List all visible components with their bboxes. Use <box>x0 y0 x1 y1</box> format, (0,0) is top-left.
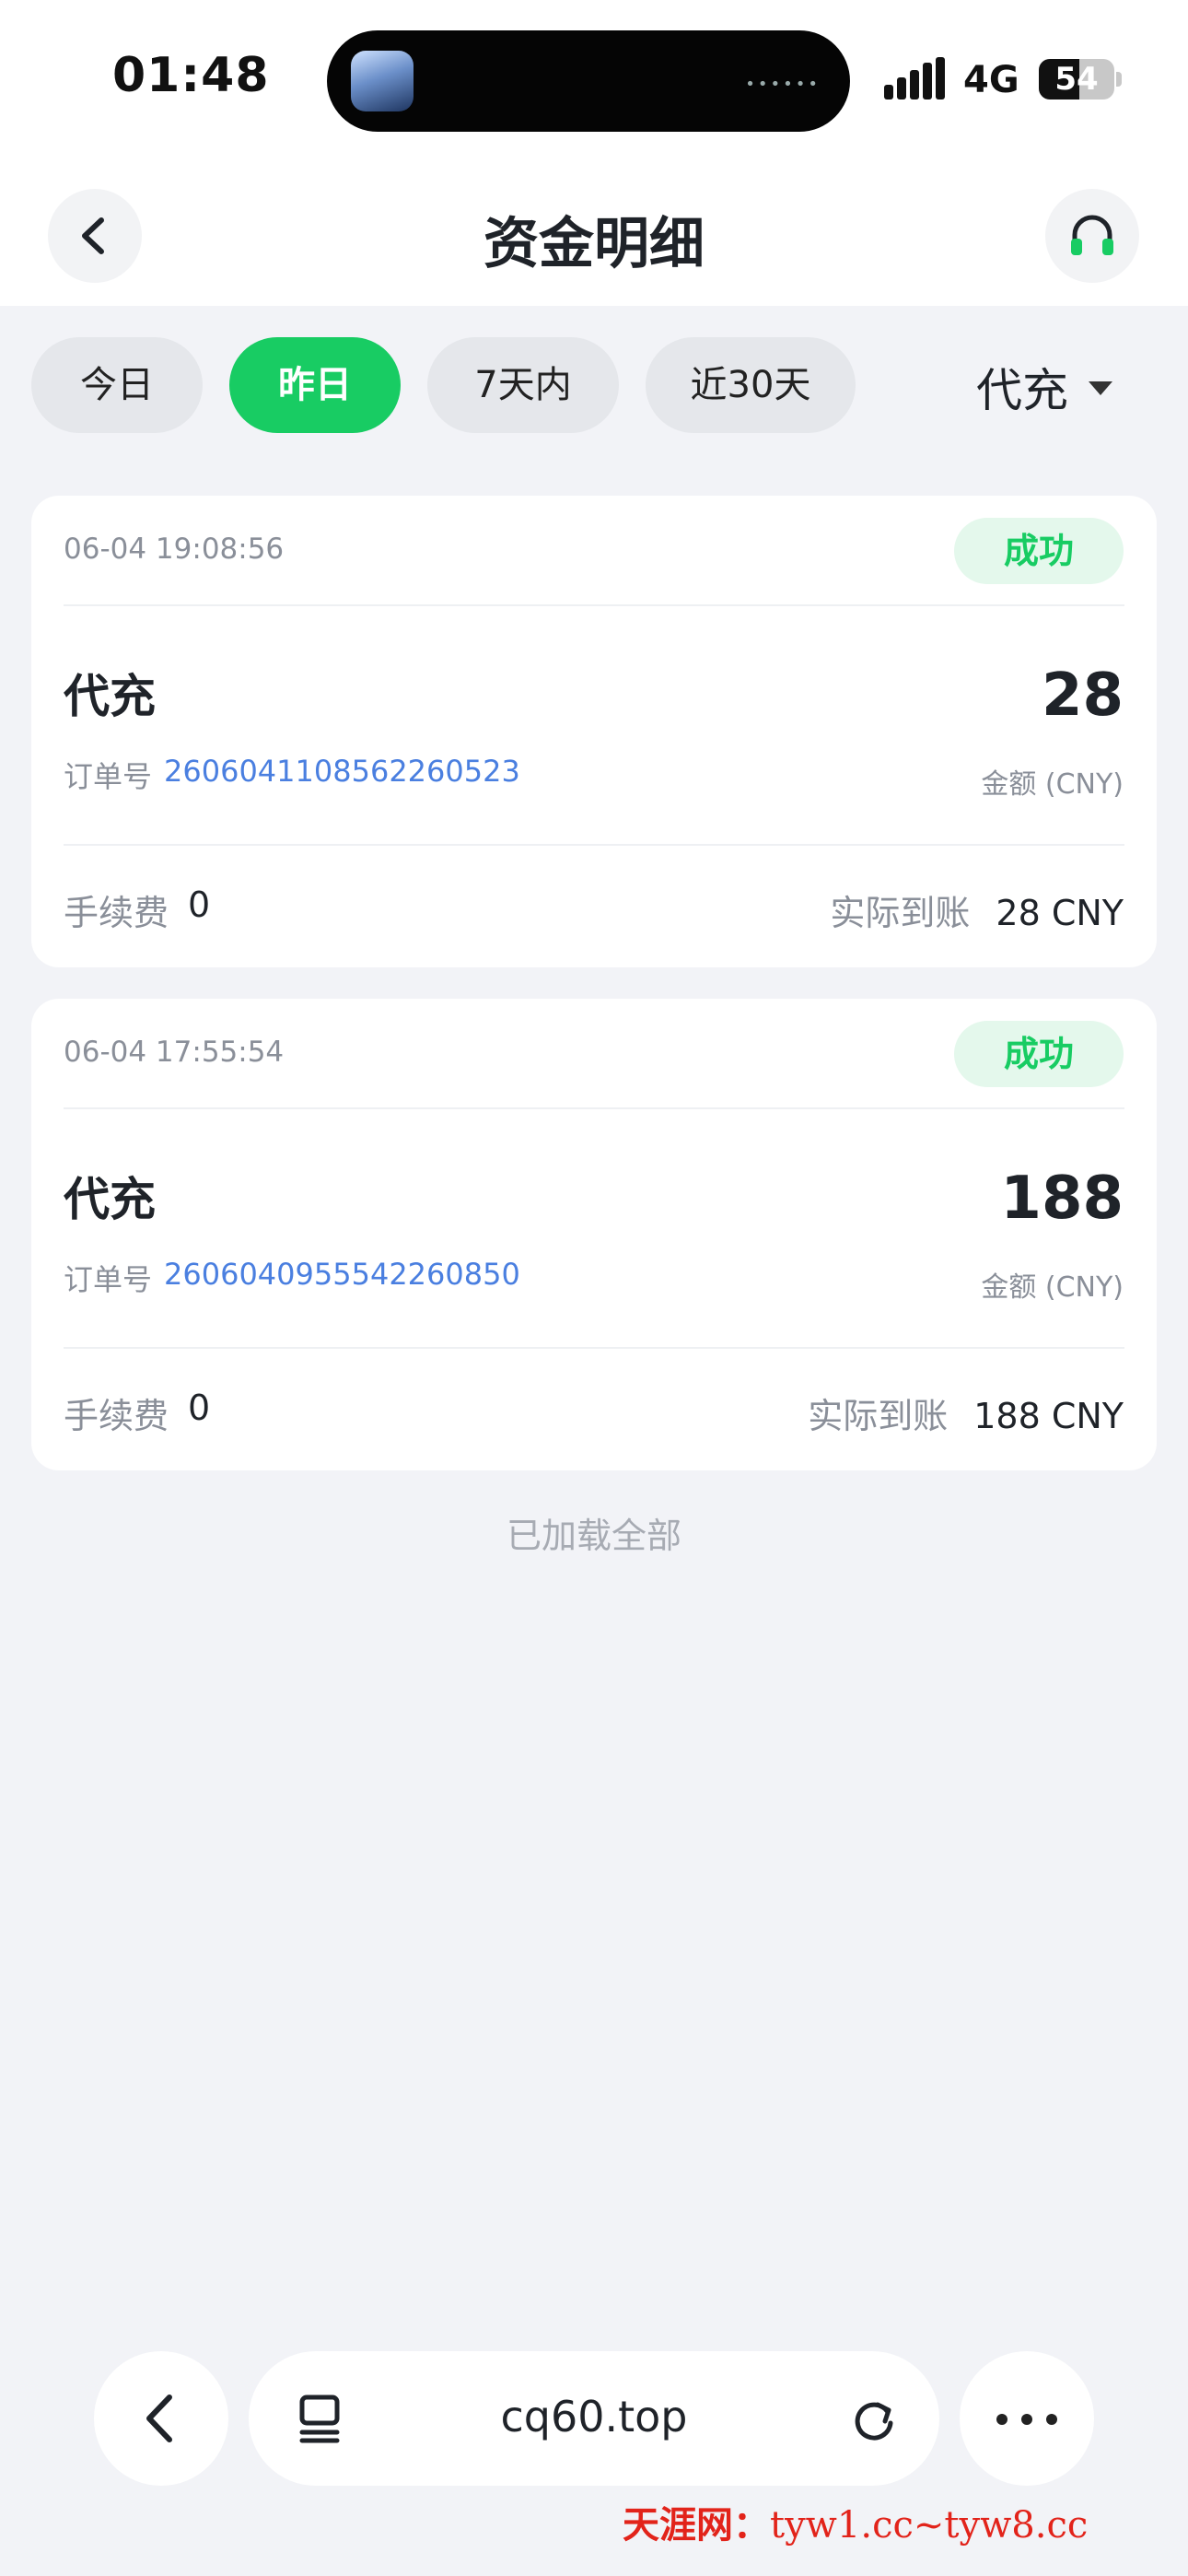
status-bar: 01:48 •••••• 4G 54 <box>0 0 1188 157</box>
battery-tip <box>1116 72 1122 87</box>
record-amount: 188 <box>1000 1165 1124 1233</box>
filter-chip-7days[interactable]: 7天内 <box>427 337 619 433</box>
browser-back-button[interactable] <box>94 2351 228 2486</box>
status-badge: 成功 <box>954 1021 1124 1087</box>
type-filter-dropdown[interactable]: 代充 <box>976 354 1068 420</box>
watermark-sites: tyw1.cc~tyw8.cc <box>770 2504 1089 2547</box>
fee-label: 手续费 <box>64 893 169 933</box>
page-header: 资金明细 <box>0 157 1188 306</box>
network-type: 4G <box>963 59 1019 101</box>
filter-chip-yesterday[interactable]: 昨日 <box>229 337 401 433</box>
filter-chip-30days[interactable]: 近30天 <box>646 337 856 433</box>
fee-value: 0 <box>188 884 211 925</box>
list-end-text: 已加载全部 <box>506 1516 681 1556</box>
caret-down-icon[interactable] <box>1089 381 1112 395</box>
actual-received-label: 实际到账 <box>830 893 971 933</box>
fee-label: 手续费 <box>64 1396 169 1436</box>
order-number[interactable]: 2606040955542260850 <box>164 1257 520 1292</box>
amount-label: 金额 (CNY) <box>981 1271 1124 1304</box>
reload-icon[interactable] <box>847 2392 901 2445</box>
actual-received-value: 28 CNY <box>996 893 1124 933</box>
divider <box>64 1107 1124 1109</box>
battery-level: 54 <box>1054 61 1099 98</box>
record-time: 06-04 19:08:56 <box>64 533 285 566</box>
signal-icon <box>884 57 947 100</box>
fee-value: 0 <box>188 1388 211 1428</box>
record-type: 代充 <box>64 670 156 723</box>
address-bar[interactable]: cq60.top <box>249 2351 939 2486</box>
status-badge: 成功 <box>954 518 1124 584</box>
dynamic-island: •••••• <box>327 30 850 132</box>
customer-service-button[interactable] <box>1045 189 1139 283</box>
watermark: 天涯网：tyw1.cc~tyw8.cc <box>623 2495 1088 2548</box>
record-card: 06-04 19:08:56 成功 代充 订单号 260604110856226… <box>31 496 1157 967</box>
record-type: 代充 <box>64 1173 156 1226</box>
more-dots-icon <box>996 2414 1057 2425</box>
page-title: 资金明细 <box>483 212 705 276</box>
status-time: 01:48 <box>112 48 270 103</box>
record-amount: 28 <box>1041 662 1124 730</box>
order-number-label: 订单号 <box>64 759 153 794</box>
divider <box>64 844 1124 846</box>
divider <box>64 604 1124 606</box>
record-card: 06-04 17:55:54 成功 代充 订单号 260604095554226… <box>31 999 1157 1470</box>
battery-icon: 54 <box>1039 59 1114 100</box>
app-thumbnail-icon <box>351 51 413 111</box>
activity-dots-icon: •••••• <box>745 75 821 94</box>
actual-received: 实际到账 188 CNY <box>808 1388 1124 1438</box>
headphones-icon <box>1071 215 1113 255</box>
record-time: 06-04 17:55:54 <box>64 1036 285 1069</box>
actual-received: 实际到账 28 CNY <box>830 884 1124 935</box>
more-button[interactable] <box>960 2351 1094 2486</box>
amount-label: 金额 (CNY) <box>981 768 1124 801</box>
chevron-left-icon <box>146 2395 172 2442</box>
order-number-label: 订单号 <box>64 1262 153 1297</box>
actual-received-value: 188 CNY <box>973 1396 1124 1436</box>
order-number[interactable]: 2606041108562260523 <box>164 754 520 789</box>
filter-chip-today[interactable]: 今日 <box>31 337 203 433</box>
divider <box>64 1347 1124 1349</box>
actual-received-label: 实际到账 <box>808 1396 949 1436</box>
url-text[interactable]: cq60.top <box>249 2392 939 2441</box>
watermark-label: 天涯网： <box>623 2503 770 2547</box>
